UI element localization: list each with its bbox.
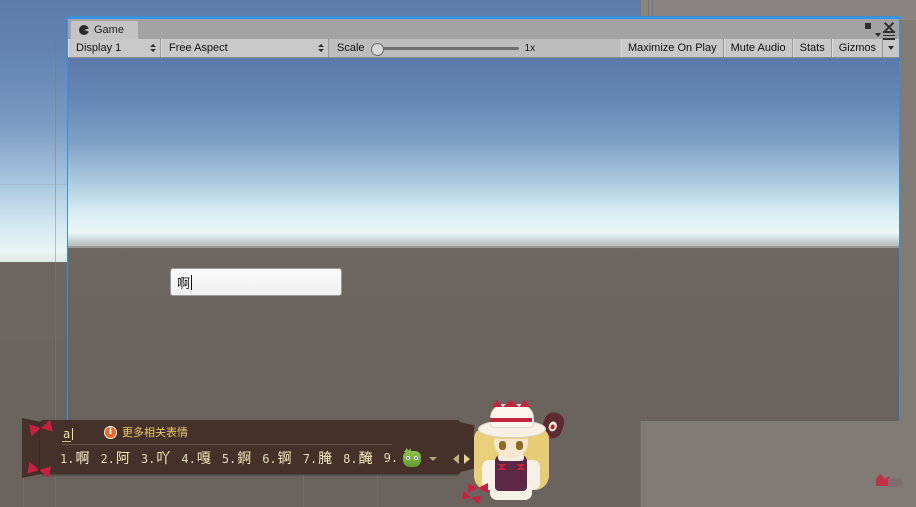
ime-candidate-number: 4. bbox=[181, 452, 196, 466]
tab-strip: Game bbox=[68, 21, 899, 39]
ime-candidate[interactable]: 8. 醃 bbox=[343, 448, 372, 468]
aspect-dropdown-label: Free Aspect bbox=[169, 42, 228, 54]
character-eye-right bbox=[516, 441, 523, 450]
small-decoration-overlay bbox=[874, 470, 904, 492]
updown-arrows-icon bbox=[150, 44, 156, 52]
stats-button[interactable]: Stats bbox=[792, 39, 832, 57]
display-dropdown[interactable]: Display 1 bbox=[68, 39, 161, 57]
tab-game[interactable]: Game bbox=[71, 21, 138, 39]
ime-candidate-number: 1. bbox=[60, 452, 75, 466]
character-hat-crown bbox=[490, 404, 534, 428]
ime-candidate-number: 5. bbox=[221, 452, 237, 466]
ime-candidate-char: 腌 bbox=[318, 451, 333, 467]
ime-divider bbox=[62, 444, 392, 445]
maximize-on-play-button[interactable]: Maximize On Play bbox=[620, 39, 724, 57]
ime-candidate-char: 醃 bbox=[358, 451, 373, 467]
ime-candidate[interactable]: 9. bbox=[384, 451, 399, 465]
ime-candidate[interactable]: 4. 嘎 bbox=[181, 448, 210, 468]
pacman-icon bbox=[79, 25, 89, 35]
scale-control[interactable]: Scale 1x bbox=[329, 39, 549, 57]
window-menu-button[interactable] bbox=[875, 31, 895, 40]
ime-candidate[interactable]: 7. 腌 bbox=[303, 448, 332, 468]
ime-candidate[interactable]: 5. 錒 bbox=[222, 448, 251, 468]
emoji-face bbox=[403, 451, 421, 467]
emoji-face-icon[interactable] bbox=[400, 448, 424, 470]
ime-candidate-char: 阿 bbox=[115, 451, 130, 467]
info-icon: i bbox=[104, 425, 117, 439]
gizmos-label: Gizmos bbox=[838, 42, 876, 54]
ime-candidate[interactable]: 2. 阿 bbox=[100, 448, 129, 468]
ime-candidate[interactable]: 6. 锕 bbox=[262, 448, 291, 468]
ime-composition-text: a bbox=[62, 426, 72, 442]
ime-candidate-list: 1. 啊 2. 阿 3. 吖 4. 嘎 5. 錒 6. 锕 7. 腌 8. 醃 bbox=[60, 448, 410, 468]
scale-slider[interactable] bbox=[370, 42, 519, 56]
tab-game-label: Game bbox=[94, 24, 124, 36]
game-window[interactable]: Game Display 1 Free Aspect Scale 1x Maxi… bbox=[68, 17, 899, 421]
aspect-dropdown[interactable]: Free Aspect bbox=[161, 39, 329, 57]
updown-arrows-icon bbox=[318, 44, 324, 52]
ribbon-decoration-icon bbox=[26, 460, 51, 481]
game-text-input-value: 啊 bbox=[177, 276, 191, 292]
character-hat-ribbon bbox=[492, 400, 530, 407]
display-dropdown-label: Display 1 bbox=[76, 42, 122, 54]
ime-candidate-number: 6. bbox=[262, 452, 277, 466]
toolbar-spacer bbox=[548, 39, 621, 57]
ime-candidate-char: 錒 bbox=[237, 451, 252, 467]
ime-candidate-char: 吖 bbox=[156, 451, 171, 467]
ime-caret bbox=[72, 428, 74, 440]
game-render-view[interactable]: 啊 bbox=[68, 58, 899, 421]
chevron-down-icon[interactable] bbox=[429, 457, 437, 461]
game-text-input[interactable]: 啊 bbox=[170, 268, 342, 296]
mute-audio-button[interactable]: Mute Audio bbox=[723, 39, 793, 57]
game-view-toolbar: Display 1 Free Aspect Scale 1x Maximize … bbox=[68, 39, 899, 58]
ime-candidate-char: 嘎 bbox=[196, 451, 211, 467]
ime-candidate-number: 2. bbox=[100, 452, 115, 466]
maximize-icon[interactable] bbox=[862, 20, 875, 33]
ime-candidate-number: 9. bbox=[383, 451, 399, 465]
small-shape-icon bbox=[888, 478, 902, 487]
scale-label: Scale bbox=[337, 42, 365, 54]
ime-candidate-number: 3. bbox=[140, 452, 156, 466]
ime-candidate[interactable]: 1. 啊 bbox=[60, 448, 89, 468]
ime-candidate[interactable]: 3. 吖 bbox=[141, 448, 170, 468]
character-hat-band bbox=[490, 418, 532, 422]
ime-candidate-char: 锕 bbox=[277, 451, 292, 467]
prev-page-arrow-icon[interactable] bbox=[453, 454, 459, 464]
hamburger-menu-icon bbox=[883, 31, 895, 40]
character-eye-left bbox=[499, 441, 506, 450]
ime-hint-label: 更多相关表情 bbox=[122, 426, 188, 439]
ime-candidate-char: 啊 bbox=[75, 451, 90, 467]
toolbar-right-group: Maximize On Play Mute Audio Stats Gizmos bbox=[620, 39, 899, 57]
chevron-down-icon bbox=[888, 46, 894, 50]
anime-character-overlay bbox=[462, 398, 567, 506]
gizmos-dropdown-arrow[interactable] bbox=[882, 39, 899, 57]
gizmos-button[interactable]: Gizmos bbox=[831, 39, 899, 57]
chevron-down-icon bbox=[875, 33, 881, 38]
ime-candidate-bar[interactable]: a i 更多相关表情 1. 啊 2. 阿 3. 吖 4. 嘎 5. 錒 6. 锕 bbox=[22, 418, 501, 481]
scale-value: 1x bbox=[524, 42, 536, 54]
game-sky bbox=[68, 58, 899, 246]
ime-candidate-number: 7. bbox=[302, 452, 318, 466]
ime-composition: a bbox=[62, 426, 74, 442]
game-window-titlebar: Game bbox=[68, 17, 899, 40]
ime-candidate-number: 8. bbox=[343, 452, 358, 466]
scale-slider-knob[interactable] bbox=[370, 42, 384, 56]
ime-hint[interactable]: i 更多相关表情 bbox=[104, 424, 188, 440]
text-caret bbox=[191, 274, 193, 290]
